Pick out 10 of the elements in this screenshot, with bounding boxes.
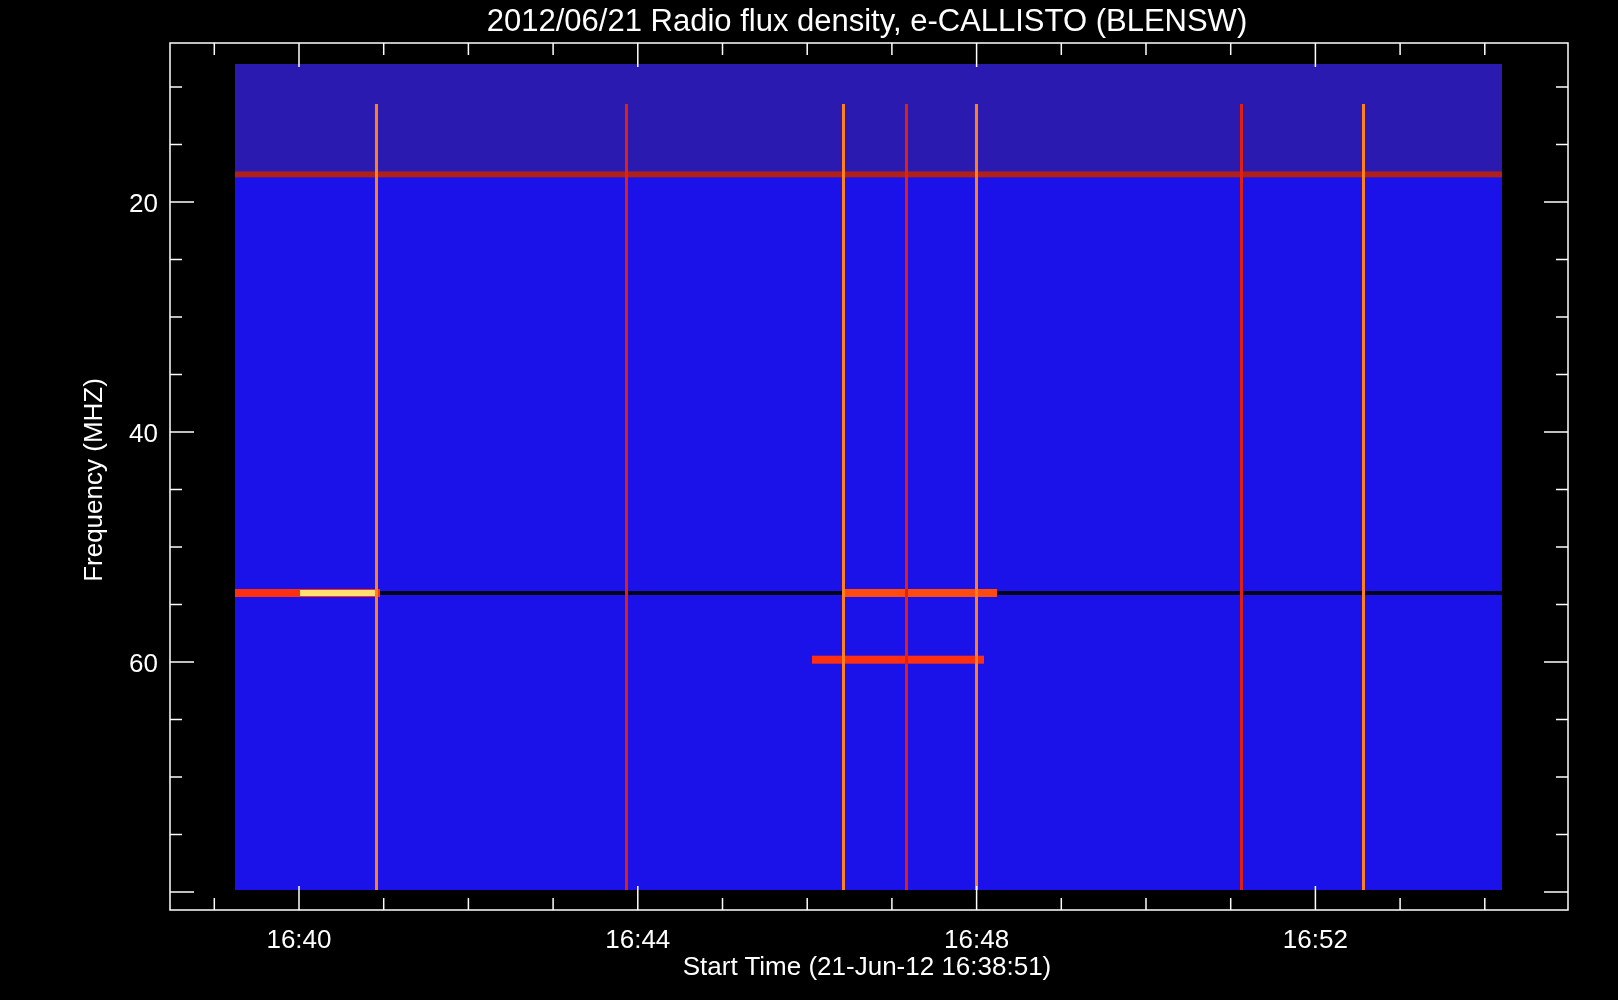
tick-label: 16:48	[944, 924, 1010, 954]
tick-label: 16:52	[1282, 924, 1348, 954]
tick-label: 16:44	[605, 924, 671, 954]
tick-label: 20	[129, 188, 158, 218]
tick-label: 60	[129, 648, 158, 678]
axis-title: Start Time (21-Jun-12 16:38:51)	[682, 951, 1052, 981]
tick-label: 16:40	[266, 924, 332, 954]
tick-label: 40	[129, 418, 158, 448]
chart-title: 2012/06/21 Radio flux density, e-CALLISTO (BLENSW)	[486, 3, 1248, 38]
axis-title: Frequency (MHZ)	[78, 378, 108, 582]
